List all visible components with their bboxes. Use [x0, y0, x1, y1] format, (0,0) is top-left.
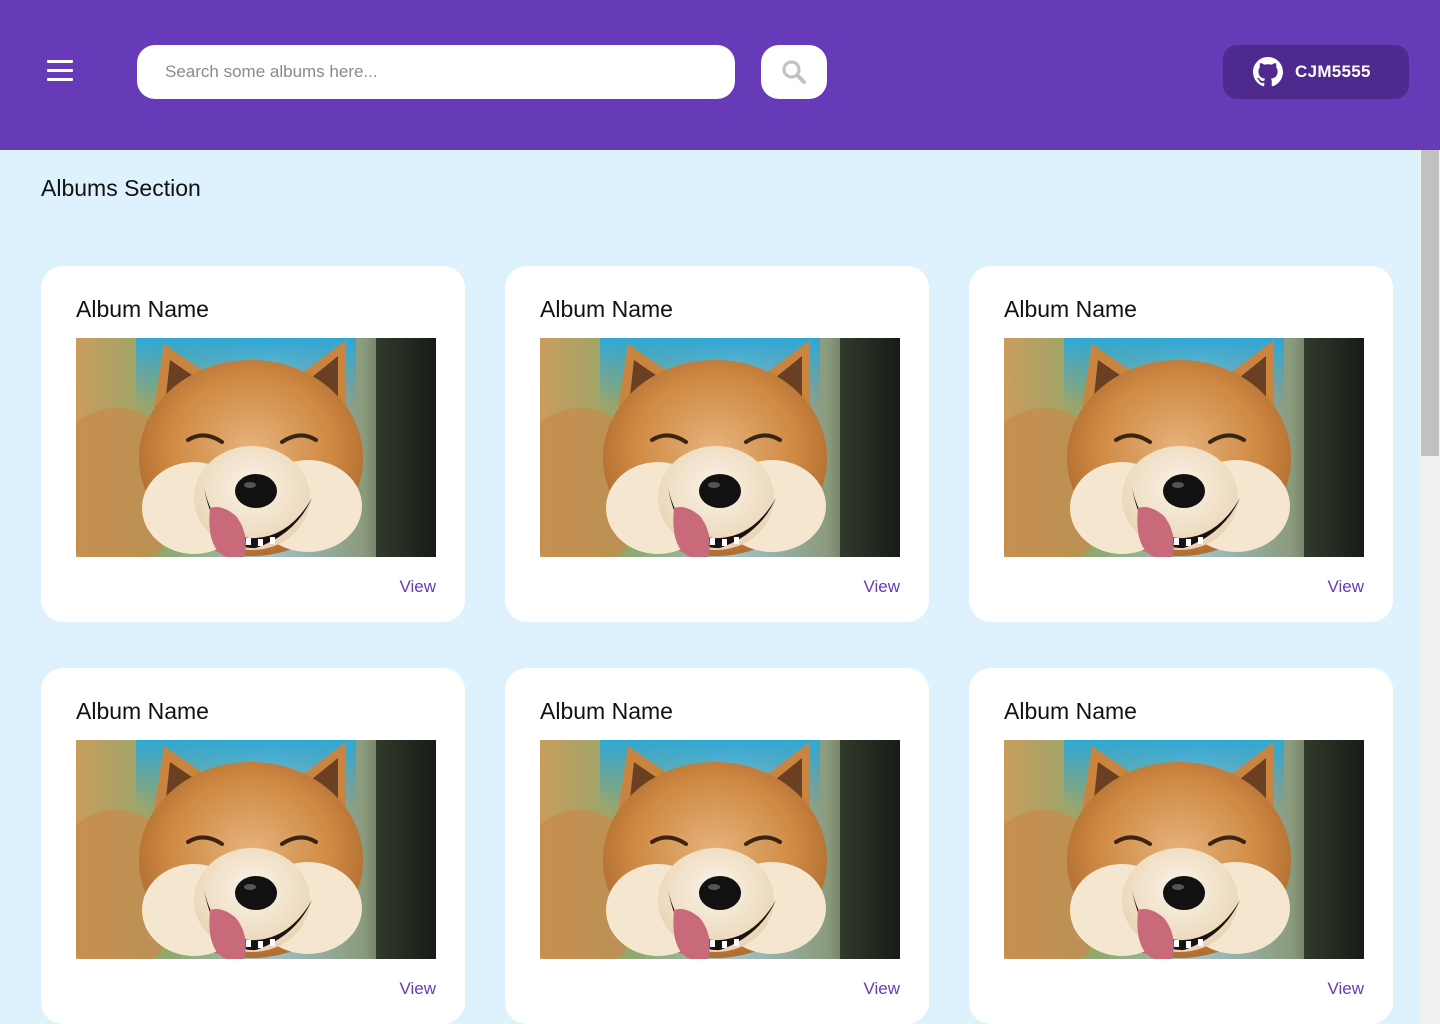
- album-name: Album Name: [1004, 296, 1137, 322]
- album-card: Album Name View: [505, 668, 929, 1024]
- view-album-link[interactable]: View: [1327, 979, 1364, 999]
- album-name: Album Name: [76, 296, 209, 322]
- album-card: Album Name View: [969, 266, 1393, 622]
- album-thumbnail-image[interactable]: [76, 740, 436, 959]
- album-thumbnail-image[interactable]: [540, 338, 900, 557]
- album-name: Album Name: [1004, 698, 1137, 724]
- view-album-link[interactable]: View: [863, 979, 900, 999]
- album-thumbnail-image[interactable]: [540, 740, 900, 959]
- albums-grid: Album Name View Album Name View Album Na…: [0, 0, 1420, 1024]
- album-card: Album Name View: [969, 668, 1393, 1024]
- view-album-link[interactable]: View: [1327, 577, 1364, 597]
- view-album-link[interactable]: View: [863, 577, 900, 597]
- album-thumbnail-image[interactable]: [76, 338, 436, 557]
- album-card: Album Name View: [41, 668, 465, 1024]
- album-name: Album Name: [76, 698, 209, 724]
- album-card: Album Name View: [505, 266, 929, 622]
- album-card: Album Name View: [41, 266, 465, 622]
- album-name: Album Name: [540, 296, 673, 322]
- album-thumbnail-image[interactable]: [1004, 740, 1364, 959]
- view-album-link[interactable]: View: [399, 577, 436, 597]
- album-thumbnail-image[interactable]: [1004, 338, 1364, 557]
- album-name: Album Name: [540, 698, 673, 724]
- view-album-link[interactable]: View: [399, 979, 436, 999]
- scrollbar-thumb[interactable]: [1421, 150, 1439, 456]
